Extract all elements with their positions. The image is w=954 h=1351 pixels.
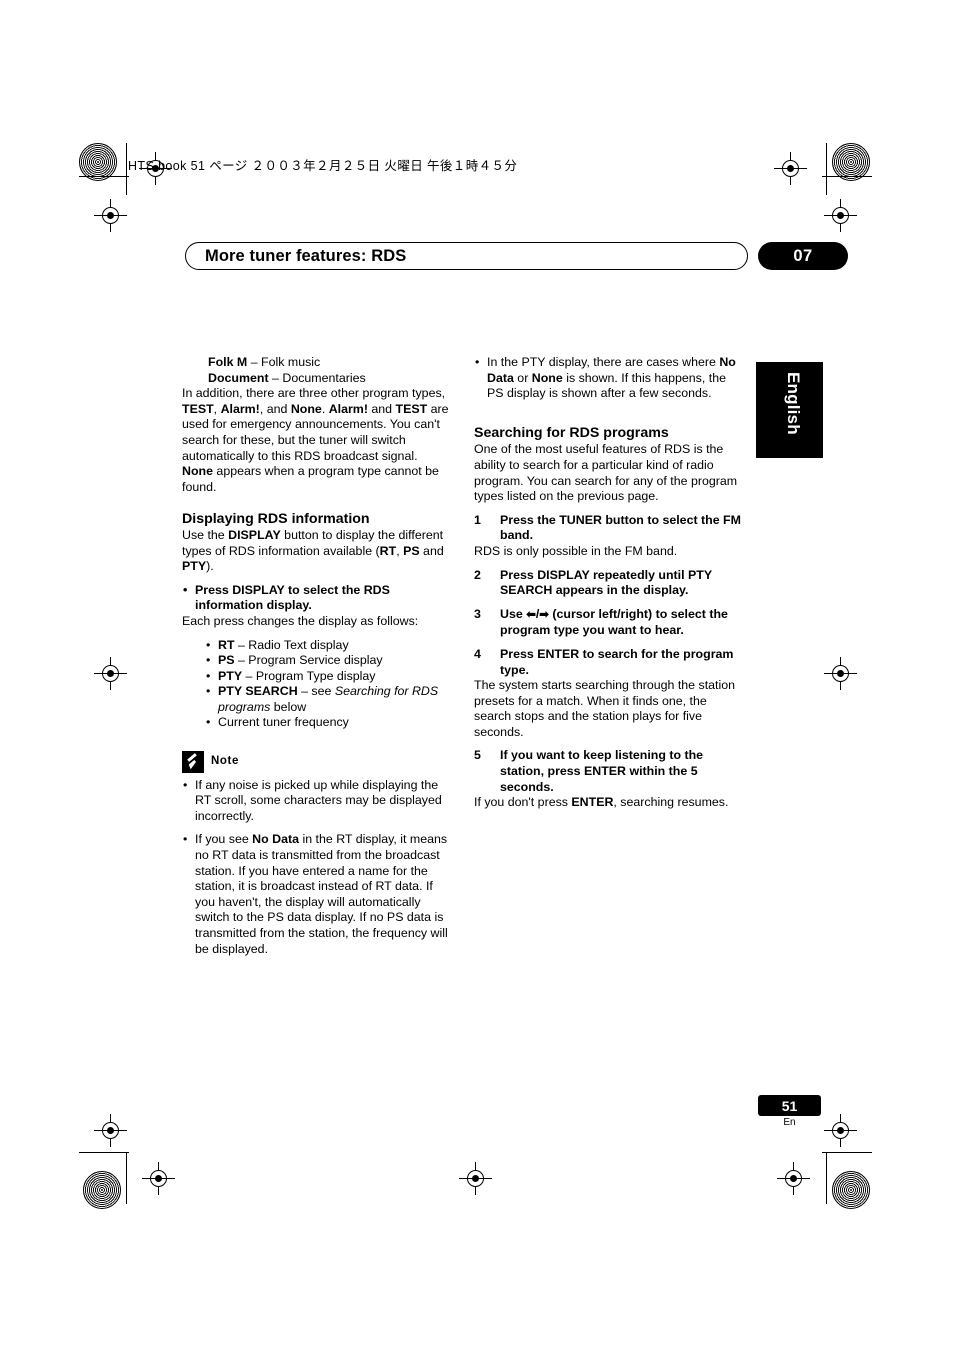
crosshair-bottom-center xyxy=(459,1162,492,1195)
note-item: If you see No Data in the RT display, it… xyxy=(182,832,450,957)
list-item: PTY SEARCH – see Searching for RDS progr… xyxy=(205,684,450,715)
display-bullet-after: Each press changes the display as follow… xyxy=(182,613,419,628)
step-body: RDS is only possible in the FM band. xyxy=(474,543,678,558)
file-header-text: HTS.book 51 ページ ２００３年２月２５日 火曜日 午後１時４５分 xyxy=(128,159,518,173)
crosshair-bottom-left xyxy=(142,1162,175,1195)
crop-mark-left-bottom xyxy=(126,1152,127,1204)
chapter-number-badge: 07 xyxy=(758,242,848,270)
search-paragraph: One of the most useful features of RDS i… xyxy=(474,442,738,504)
crosshair-right-lower xyxy=(824,1114,857,1147)
document-term: Document xyxy=(208,370,269,385)
list-item: PS – Program Service display xyxy=(205,653,450,669)
intro-paragraph: In addition, there are three other progr… xyxy=(182,386,449,494)
crop-mark-bottom-left xyxy=(79,1152,129,1153)
list-item: PTY – Program Type display xyxy=(205,669,450,685)
crop-mark-top-right xyxy=(822,176,872,177)
display-paragraph: Use the DISPLAY button to display the di… xyxy=(182,527,444,574)
document-term-line: Document – Documentaries xyxy=(182,371,450,387)
step-body: If you don't press ENTER, searching resu… xyxy=(474,795,729,810)
pty-display-note: In the PTY display, there are cases wher… xyxy=(474,355,742,402)
pencil-note-icon xyxy=(182,750,204,773)
crosshair-right-upper xyxy=(824,199,857,232)
registration-mark-bottom-left xyxy=(83,1171,121,1209)
section-heading-displaying-rds: Displaying RDS information xyxy=(182,510,370,527)
folk-term: Folk M xyxy=(208,355,248,369)
crosshair-left-mid xyxy=(94,657,127,690)
folk-desc: – Folk music xyxy=(247,355,321,369)
registration-mark-bottom-right xyxy=(832,1171,870,1209)
section-heading-searching-rds: Searching for RDS programs xyxy=(474,425,669,442)
step-item: 2 Press DISPLAY repeatedly until PTY SEAR… xyxy=(474,567,712,598)
crop-mark-bottom-right xyxy=(822,1152,872,1153)
language-side-tab: English xyxy=(756,362,823,458)
step-item: 4 Press ENTER to search for the program t… xyxy=(474,646,734,677)
folk-term-line: Folk M – Folk music xyxy=(182,355,450,371)
step-item: 5 If you want to keep listening to the st… xyxy=(474,748,704,794)
crosshair-right-mid xyxy=(824,657,857,690)
list-item: RT – Radio Text display xyxy=(205,638,450,654)
page-number-badge: 51 xyxy=(758,1095,821,1116)
file-header-line: HTS.book 51 ページ ２００３年２月２５日 火曜日 午後１時４５分 xyxy=(128,155,828,174)
crosshair-left-lower xyxy=(94,1114,127,1147)
document-desc: – Documentaries xyxy=(268,370,366,385)
right-text-column: In the PTY display, there are cases wher… xyxy=(474,355,742,811)
chapter-title-bar: More tuner features: RDS xyxy=(185,242,748,270)
note-header: Note xyxy=(182,750,450,773)
page-title: More tuner features: RDS xyxy=(205,247,407,265)
step-item: 1 Press the TUNER button to select the FM… xyxy=(474,512,741,543)
crosshair-left-upper xyxy=(94,199,127,232)
page-number-suffix: En xyxy=(783,1117,796,1128)
list-item: Current tuner frequency xyxy=(205,715,450,731)
note-label: Note xyxy=(211,754,239,767)
crop-mark-left-top xyxy=(126,143,127,195)
language-side-tab-label: English xyxy=(784,372,803,435)
left-text-column: Folk M – Folk music Document – Documenta… xyxy=(182,355,450,957)
crosshair-bottom-right xyxy=(777,1162,810,1195)
step-item: 3 Use ⬅/➡ (cursor left/right) to select t… xyxy=(474,606,728,638)
display-bullet: Press DISPLAY to select the RDS informat… xyxy=(182,583,450,614)
note-item: If any noise is picked up while displayi… xyxy=(182,778,450,825)
step-body: The system starts searching through the … xyxy=(474,678,736,739)
crop-mark-right-bottom xyxy=(826,1152,827,1204)
crop-mark-top-left xyxy=(79,176,129,177)
